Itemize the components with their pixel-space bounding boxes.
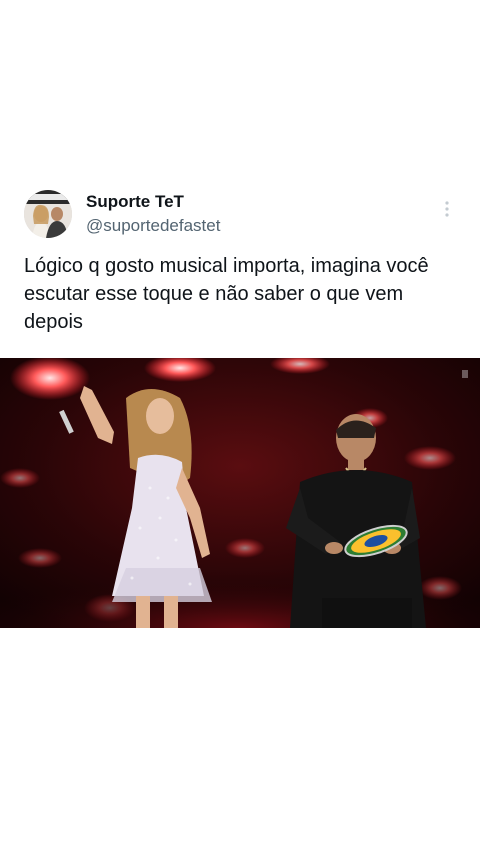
tweet-header: Suporte TeT @suportedefastet bbox=[0, 180, 480, 238]
user-handle[interactable]: @suportedefastet bbox=[86, 216, 220, 236]
display-name[interactable]: Suporte TeT bbox=[86, 192, 184, 212]
video-frame-image bbox=[0, 358, 480, 628]
avatar[interactable] bbox=[24, 190, 72, 238]
tweet-text: Lógico q gosto musical importa, imagina … bbox=[24, 255, 429, 333]
tweet-card[interactable]: Suporte TeT @suportedefastet Lógico q go… bbox=[0, 180, 480, 628]
video-player[interactable] bbox=[0, 358, 480, 628]
more-options-button[interactable] bbox=[438, 198, 456, 220]
avatar-image bbox=[24, 190, 72, 238]
vertical-ellipsis-icon bbox=[445, 201, 449, 217]
